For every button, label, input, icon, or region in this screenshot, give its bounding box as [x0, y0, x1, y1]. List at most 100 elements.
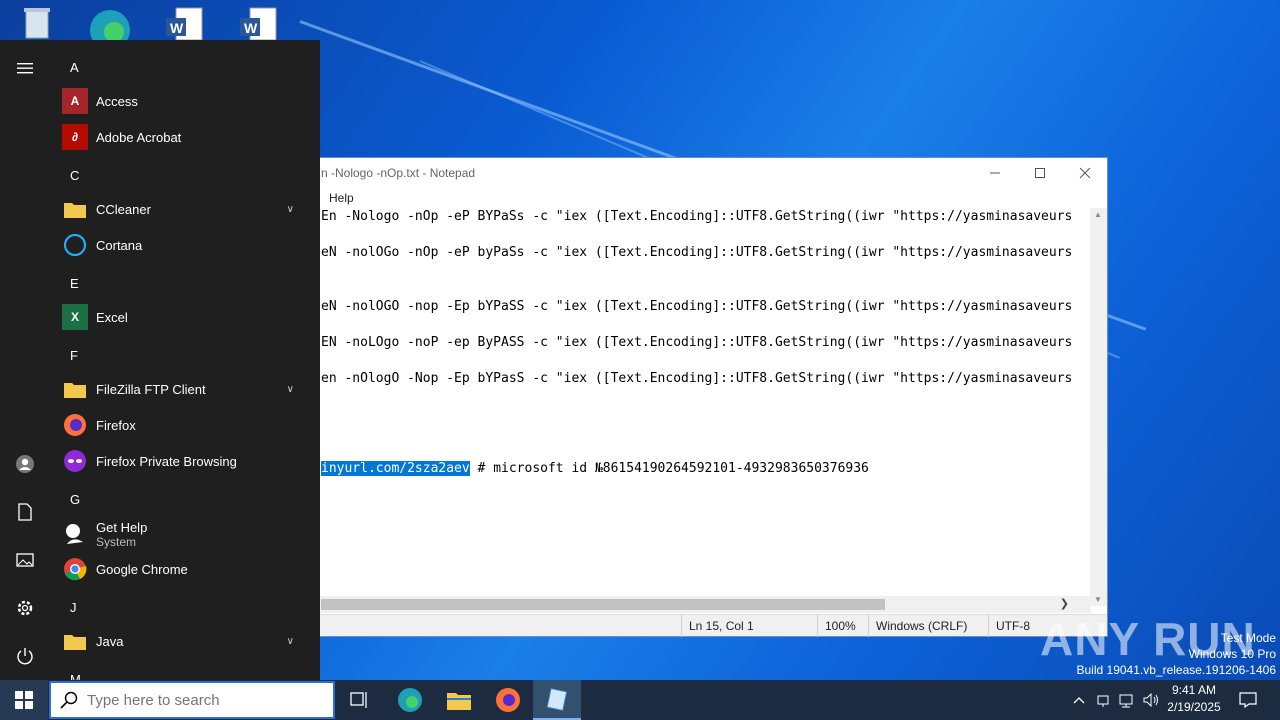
selected-text: inyurl.com/2sza2aev [321, 461, 470, 476]
app-cortana[interactable]: Cortana [62, 228, 312, 262]
watermark-line: Test Mode [1220, 631, 1276, 645]
letter-header-j[interactable]: J [70, 600, 77, 615]
firefox-taskbar-icon[interactable] [484, 680, 532, 720]
minimize-button[interactable] [972, 158, 1017, 188]
scroll-down-icon[interactable]: ▼ [1094, 595, 1102, 604]
app-ccleaner[interactable]: CCleaner ∨ [62, 192, 312, 226]
taskbar-search-box[interactable] [49, 681, 335, 719]
get-help-icon [62, 521, 88, 547]
notepad-statusbar: Ln 15, Col 1 100% Windows (CRLF) UTF-8 [301, 614, 1107, 637]
scroll-right-icon[interactable]: ❯ [1060, 597, 1069, 610]
os-watermark: Test Mode Windows 10 Pro Build 19041.vb_… [1077, 630, 1277, 678]
show-hidden-icons-chevron-up-icon[interactable] [1068, 680, 1090, 720]
access-icon: A [62, 88, 88, 114]
folder-icon [62, 376, 88, 402]
firefox-icon [62, 412, 88, 438]
app-list: A A Access ∂ Adobe Acrobat C CCleaner ∨ … [50, 40, 320, 680]
app-get-help[interactable]: Get Help System [62, 516, 312, 552]
acrobat-icon: ∂ [62, 124, 88, 150]
close-button[interactable] [1062, 158, 1107, 188]
excel-icon: X [62, 304, 88, 330]
scroll-up-icon[interactable]: ▲ [1094, 210, 1102, 219]
app-label: FileZilla FTP Client [96, 381, 206, 397]
notepad-title: n -Nologo -nOp.txt - Notepad [321, 166, 476, 180]
text-line: eN -nolOGO -nop -Ep bYPaSS -c "iex ([Tex… [321, 299, 1073, 314]
folder-icon [62, 196, 88, 222]
word-document-icon[interactable]: W [164, 4, 208, 41]
cursor-position: Ln 15, Col 1 [681, 615, 816, 637]
close-icon [1079, 167, 1090, 179]
letter-header-e[interactable]: E [70, 276, 79, 291]
letter-header-a[interactable]: A [70, 60, 79, 75]
file-explorer-icon[interactable] [435, 680, 483, 720]
menu-help[interactable]: Help [329, 191, 354, 205]
word-document-icon[interactable]: W [238, 4, 282, 41]
maximize-button[interactable] [1017, 158, 1062, 188]
app-label: Access [96, 93, 138, 109]
svg-text:W: W [170, 20, 184, 36]
scrollbar-thumb[interactable] [321, 599, 885, 610]
app-adobe-acrobat[interactable]: ∂ Adobe Acrobat [62, 120, 312, 154]
network-icon[interactable] [1116, 680, 1138, 720]
letter-header-f[interactable]: F [70, 348, 78, 363]
notification-center-icon[interactable] [1234, 680, 1262, 720]
app-google-chrome[interactable]: Google Chrome [62, 552, 312, 586]
app-label: Adobe Acrobat [96, 129, 182, 145]
documents-icon[interactable] [15, 502, 35, 522]
app-label: Cortana [96, 237, 143, 253]
app-java[interactable]: Java ∨ [62, 624, 312, 658]
settings-gear-icon[interactable] [15, 598, 35, 618]
chevron-down-icon[interactable]: ∨ [287, 204, 294, 215]
search-icon [51, 691, 87, 709]
watermark-line: Windows 10 Pro [1188, 647, 1276, 661]
edge-desktop-icon[interactable] [88, 4, 132, 50]
minimize-icon [989, 172, 1000, 174]
start-rail [0, 40, 50, 680]
hamburger-menu-icon[interactable] [15, 58, 35, 78]
letter-header-c[interactable]: C [70, 168, 79, 183]
task-view-icon[interactable] [336, 680, 384, 720]
horizontal-scrollbar[interactable]: ❯ [301, 596, 1091, 613]
cortana-icon [62, 232, 88, 258]
user-account-icon[interactable] [15, 454, 35, 474]
volume-icon[interactable] [1140, 680, 1162, 720]
start-menu: A A Access ∂ Adobe Acrobat C CCleaner ∨ … [0, 40, 320, 680]
notepad-taskbar-icon[interactable] [533, 680, 581, 720]
firefox-private-icon [62, 448, 88, 474]
start-button[interactable] [0, 680, 48, 720]
network-device-icon[interactable] [1092, 680, 1114, 720]
app-access[interactable]: A Access [62, 84, 312, 118]
pictures-icon[interactable] [15, 550, 35, 570]
edge-taskbar-icon[interactable] [386, 680, 434, 720]
notepad-text-area[interactable]: En -Nologo -nOp -eP BYPaSs -c "iex ([Tex… [301, 208, 1091, 606]
windows-logo-icon [15, 691, 33, 709]
app-label: CCleaner [96, 201, 151, 217]
vertical-scrollbar[interactable]: ▲ ▼ [1090, 208, 1107, 606]
text-line: en -nOlogO -Nop -Ep bYPasS -c "iex ([Tex… [321, 371, 1073, 386]
notepad-menubar: Help [301, 188, 1107, 208]
clock-date: 2/19/2025 [1167, 700, 1221, 714]
notepad-titlebar[interactable]: n -Nologo -nOp.txt - Notepad [301, 158, 1107, 188]
text-line: inyurl.com/2sza2aev # microsoft id №8615… [321, 460, 869, 478]
notepad-window[interactable]: n -Nologo -nOp.txt - Notepad Help En -No… [300, 157, 1108, 637]
recycle-bin-icon[interactable] [16, 4, 60, 40]
app-label: Google Chrome [96, 561, 188, 577]
svg-text:W: W [244, 20, 258, 36]
app-excel[interactable]: X Excel [62, 300, 312, 334]
app-filezilla[interactable]: FileZilla FTP Client ∨ [62, 372, 312, 406]
search-input[interactable] [87, 691, 317, 709]
power-icon[interactable] [15, 646, 35, 666]
app-label-group: Get Help System [96, 520, 147, 549]
chrome-icon [62, 556, 88, 582]
letter-header-g[interactable]: G [70, 492, 80, 507]
system-clock[interactable]: 9:41 AM 2/19/2025 [1160, 682, 1228, 718]
app-label: Java [96, 633, 124, 649]
chevron-down-icon[interactable]: ∨ [287, 384, 294, 395]
letter-header-m[interactable]: M [70, 672, 81, 680]
taskbar: 9:41 AM 2/19/2025 [0, 680, 1280, 720]
folder-icon [62, 628, 88, 654]
app-firefox[interactable]: Firefox [62, 408, 312, 442]
chevron-down-icon[interactable]: ∨ [287, 636, 294, 647]
app-firefox-private[interactable]: Firefox Private Browsing [62, 444, 312, 478]
clock-time: 9:41 AM [1171, 683, 1217, 697]
